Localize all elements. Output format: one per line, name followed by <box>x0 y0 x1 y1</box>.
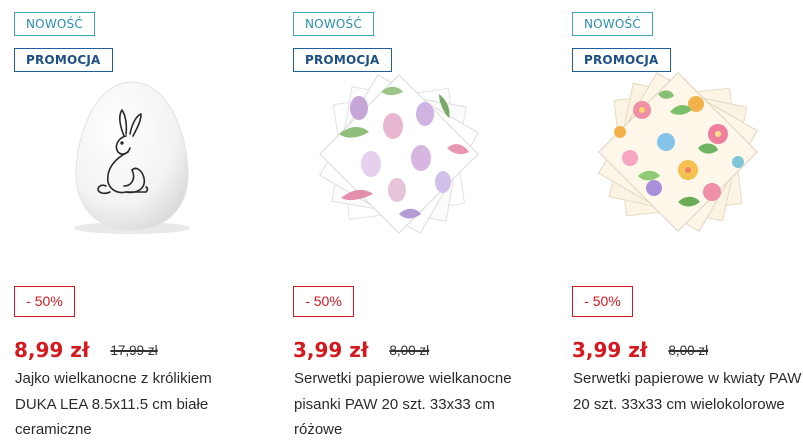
new-badge: NOWOŚĆ <box>14 12 95 36</box>
old-price: 17,99 zł <box>110 342 158 358</box>
price-row: 3,99 zł 8,00 zł <box>572 336 708 364</box>
product-image-easter-napkins[interactable] <box>293 70 513 240</box>
promo-badge: PROMOCJA <box>572 48 671 72</box>
old-price: 8,00 zł <box>668 342 709 358</box>
product-card[interactable]: NOWOŚĆ PROMOCJA <box>293 0 553 448</box>
product-image-egg[interactable] <box>14 70 234 240</box>
product-card[interactable]: NOWOŚĆ PROMOCJA <box>14 0 274 448</box>
product-card[interactable]: NOWOŚĆ PROMOCJA <box>572 0 803 448</box>
discount-badge: - 50% <box>14 286 75 317</box>
current-price: 3,99 zł <box>572 338 648 362</box>
discount-badge: - 50% <box>293 286 354 317</box>
product-title-link[interactable]: Jajko wielkanocne z królikiem DUKA LEA 8… <box>15 366 245 443</box>
old-price: 8,00 zł <box>389 342 430 358</box>
new-badge: NOWOŚĆ <box>572 12 653 36</box>
discount-badge: - 50% <box>572 286 633 317</box>
product-title-link[interactable]: Serwetki papierowe w kwiaty PAW 20 szt. … <box>573 366 803 417</box>
price-row: 8,99 zł 17,99 zł <box>14 336 158 364</box>
new-badge: NOWOŚĆ <box>293 12 374 36</box>
current-price: 8,99 zł <box>14 338 90 362</box>
product-title-link[interactable]: Serwetki papierowe wielkanocne pisanki P… <box>294 366 524 443</box>
product-grid: NOWOŚĆ PROMOCJA - 50% 8,99 zł 17,99 zł J… <box>0 0 803 448</box>
price-row: 3,99 zł 8,00 zł <box>293 336 429 364</box>
promo-badge: PROMOCJA <box>293 48 392 72</box>
product-image-floral-napkins[interactable] <box>572 70 792 240</box>
current-price: 3,99 zł <box>293 338 369 362</box>
promo-badge: PROMOCJA <box>14 48 113 72</box>
